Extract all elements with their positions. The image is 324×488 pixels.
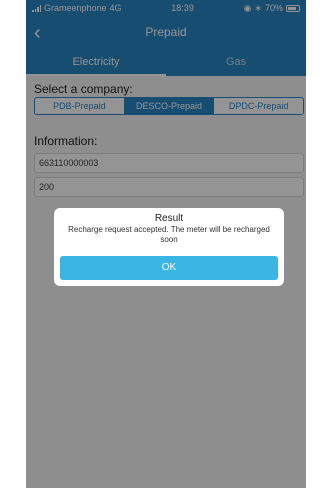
ok-button[interactable]: OK	[60, 256, 278, 280]
dialog-message: Recharge request accepted. The meter wil…	[68, 225, 270, 244]
app-screen: Grameenphone 4G 18:39 ◉ ∗ 70% ‹ Prepaid …	[26, 0, 306, 488]
result-dialog: Result Recharge request accepted. The me…	[54, 208, 284, 286]
dialog-title: Result	[154, 213, 184, 224]
